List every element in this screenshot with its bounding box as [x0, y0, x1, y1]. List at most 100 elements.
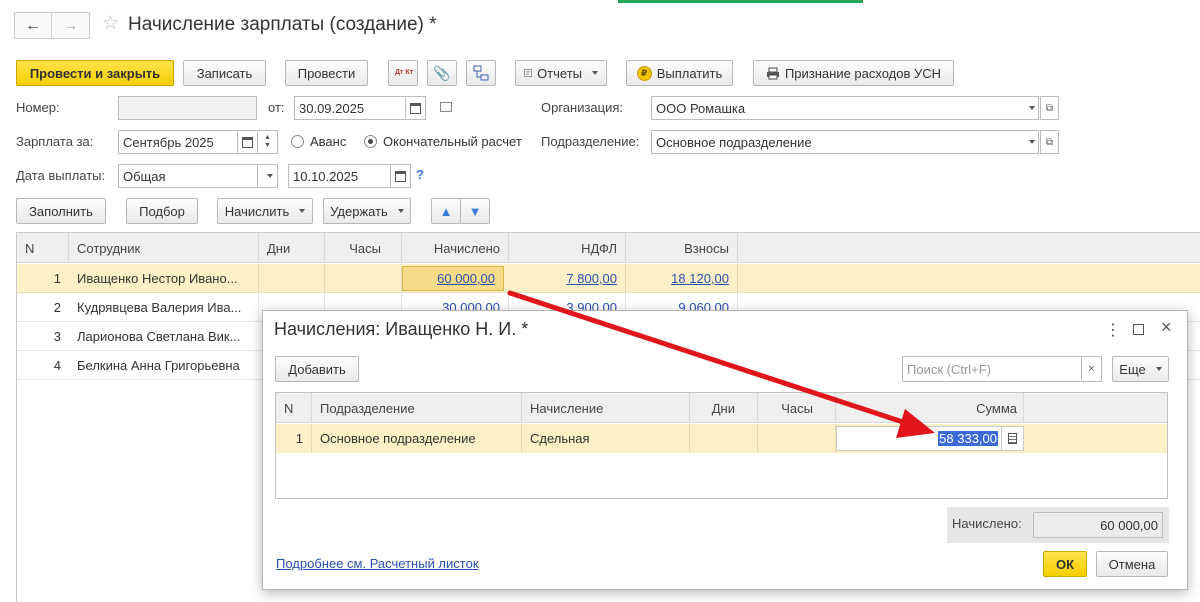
deduct-label: Удержать	[330, 203, 388, 219]
attach-button[interactable]: 📎	[427, 60, 457, 86]
help-icon[interactable]: ?	[416, 167, 424, 182]
organization-open-button[interactable]: ⧉	[1040, 96, 1059, 120]
cancel-button[interactable]: Отмена	[1096, 551, 1168, 577]
col-contributions[interactable]: Взносы	[626, 233, 738, 263]
organization-field[interactable]: ООО Ромашка	[651, 96, 1021, 120]
pay-button[interactable]: ₽ Выплатить	[626, 60, 733, 86]
hours-cell	[758, 424, 836, 453]
structure-icon	[473, 65, 489, 81]
post-and-close-button[interactable]: Провести и закрыть	[16, 60, 174, 86]
arrow-up-icon: ▲	[439, 203, 453, 219]
number-field[interactable]	[118, 96, 257, 120]
period-calendar-button[interactable]	[238, 130, 258, 154]
sum-input[interactable]: 58 333,00	[836, 426, 1002, 451]
advance-label: Аванс	[310, 134, 347, 149]
number-label: Номер:	[16, 100, 60, 115]
arrow-right-icon: →	[62, 16, 79, 34]
advance-radio[interactable]: Аванс	[291, 134, 346, 149]
employee-name: Ларионова Светлана Вик...	[77, 329, 241, 344]
pay-date-calendar-button[interactable]	[391, 164, 411, 188]
reports-button[interactable]: Отчеты	[515, 60, 607, 86]
pay-type-dropdown[interactable]	[258, 164, 278, 188]
calendar-button[interactable]	[406, 96, 426, 120]
table-row[interactable]: 1 Иващенко Нестор Ивано... 60 000,00 7 8…	[17, 264, 1200, 293]
table-row[interactable]: 1 Основное подразделение Сдельная 58 333…	[276, 424, 1167, 453]
col-accrual[interactable]: Начисление	[522, 393, 690, 423]
chevron-down-icon: ▼	[264, 142, 271, 149]
search-input[interactable]: Поиск (Ctrl+F)	[902, 356, 1082, 382]
pay-type-field[interactable]: Общая	[118, 164, 258, 188]
table-header: N Сотрудник Дни Часы Начислено НДФЛ Взно…	[17, 233, 1200, 263]
maximize-icon[interactable]	[1133, 324, 1144, 335]
col-accrued[interactable]: Начислено	[402, 233, 509, 263]
usn-label: Признание расходов УСН	[784, 65, 942, 81]
col-days[interactable]: Дни	[259, 233, 325, 263]
printer-icon	[766, 67, 779, 79]
structure-button[interactable]	[466, 60, 496, 86]
calculator-icon	[1008, 433, 1017, 444]
more-actions-icon[interactable]: ⋮	[1105, 320, 1121, 340]
department-field[interactable]: Основное подразделение	[651, 130, 1021, 154]
pay-label: Выплатить	[656, 65, 723, 81]
deduct-button[interactable]: Удержать	[323, 198, 411, 224]
organization-label: Организация:	[541, 100, 624, 115]
fill-button[interactable]: Заполнить	[16, 198, 106, 224]
row-number: 3	[53, 329, 61, 344]
col-sum[interactable]: Сумма	[836, 393, 1024, 423]
col-ndfl[interactable]: НДФЛ	[509, 233, 626, 263]
col-hours[interactable]: Часы	[325, 233, 402, 263]
ndfl-link[interactable]: 7 800,00	[566, 271, 617, 286]
contributions-cell[interactable]: 18 120,00	[626, 264, 738, 293]
organization-dropdown[interactable]	[1020, 96, 1039, 120]
search-placeholder: Поиск (Ctrl+F)	[907, 361, 992, 377]
usn-expenses-button[interactable]: Признание расходов УСН	[753, 60, 954, 86]
move-down-button[interactable]: ▼	[460, 198, 490, 224]
search-clear-button[interactable]: ×	[1082, 356, 1102, 382]
row-number: 1	[53, 271, 61, 286]
col-department[interactable]: Подразделение	[312, 393, 522, 423]
report-icon	[524, 68, 532, 78]
arrow-down-icon: ▼	[468, 203, 482, 219]
ok-button[interactable]: ОК	[1043, 551, 1087, 577]
forward-button[interactable]: →	[52, 13, 89, 38]
accrued-cell[interactable]: 60 000,00	[402, 266, 504, 291]
col-employee[interactable]: Сотрудник	[69, 233, 259, 263]
pay-date-field[interactable]: 10.10.2025	[288, 164, 391, 188]
days-cell	[690, 424, 758, 453]
favorite-star-icon[interactable]: ☆	[102, 12, 119, 35]
final-calculation-radio[interactable]: Окончательный расчет	[364, 134, 522, 149]
arrow-left-icon: ←	[25, 16, 41, 34]
salary-period-field[interactable]: Сентябрь 2025	[118, 130, 238, 154]
dtkt-button[interactable]: Дт Кт	[388, 60, 418, 86]
write-button[interactable]: Записать	[183, 60, 266, 86]
contributions-link[interactable]: 18 120,00	[671, 271, 729, 286]
period-stepper[interactable]: ▲ ▼	[258, 130, 278, 154]
accrued-link[interactable]: 60 000,00	[437, 271, 495, 286]
add-button[interactable]: Добавить	[275, 356, 359, 382]
table-header: N Подразделение Начисление Дни Часы Сумм…	[276, 393, 1167, 423]
employee-name: Иващенко Нестор Ивано...	[69, 264, 259, 293]
close-icon[interactable]: ×	[1161, 317, 1172, 338]
dialog-title: Начисления: Иващенко Н. И. *	[274, 319, 529, 339]
col-n[interactable]: N	[276, 393, 312, 423]
col-n[interactable]: N	[17, 233, 69, 263]
more-button[interactable]: Еще	[1112, 356, 1169, 382]
calculator-button[interactable]	[1002, 426, 1024, 451]
total-field: 60 000,00	[1033, 512, 1163, 538]
post-button[interactable]: Провести	[285, 60, 368, 86]
document-date-field[interactable]: 30.09.2025	[294, 96, 406, 120]
comment-icon[interactable]	[440, 102, 452, 112]
ruble-coin-icon: ₽	[636, 65, 652, 81]
department-dropdown[interactable]	[1020, 130, 1039, 154]
move-up-button[interactable]: ▲	[431, 198, 461, 224]
payslip-link[interactable]: Подробнее см. Расчетный листок	[276, 556, 479, 571]
back-button[interactable]: ←	[15, 13, 53, 38]
accrue-button[interactable]: Начислить	[217, 198, 313, 224]
department-open-button[interactable]: ⧉	[1040, 130, 1059, 154]
ndfl-cell[interactable]: 7 800,00	[509, 264, 626, 293]
col-days[interactable]: Дни	[690, 393, 758, 423]
col-hours[interactable]: Часы	[758, 393, 836, 423]
salary-for-label: Зарплата за:	[16, 134, 94, 149]
select-button[interactable]: Подбор	[126, 198, 198, 224]
more-label: Еще	[1119, 361, 1146, 377]
